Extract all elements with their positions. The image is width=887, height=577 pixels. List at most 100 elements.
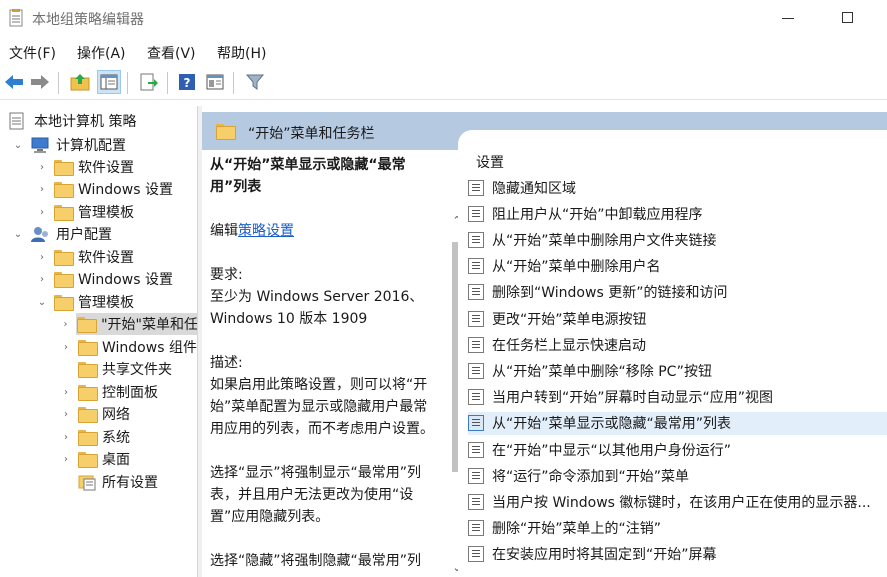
chevron-right-icon[interactable]: › — [60, 318, 71, 330]
policy-setting-icon — [468, 441, 484, 458]
policy-setting-icon — [468, 467, 484, 484]
edit-policy-link[interactable]: 策略设置 — [238, 223, 294, 239]
export-icon[interactable] — [137, 70, 161, 94]
tree-item-user-config[interactable]: ⌄ 用户配置 — [12, 223, 112, 245]
chevron-down-icon[interactable]: ⌄ — [36, 296, 48, 308]
tree-item-label: 桌面 — [102, 452, 130, 468]
policy-setting-icon — [468, 415, 484, 432]
edit-policy-line: 编辑策略设置 — [210, 220, 440, 242]
setting-row[interactable]: 阻止用户从“开始”中卸载应用程序 — [468, 202, 887, 225]
toolbar: ? — [0, 66, 887, 100]
chevron-right-icon[interactable]: › — [60, 341, 72, 353]
forward-arrow-icon[interactable] — [28, 70, 52, 94]
menu-action[interactable]: 操作(A) — [77, 43, 126, 63]
settings-column-header[interactable]: 设置 — [476, 152, 504, 172]
tree-item-user-software[interactable]: › 软件设置 — [36, 246, 134, 268]
setting-row[interactable]: 删除“开始”菜单上的“注销” — [468, 517, 887, 540]
tree-item-computer-config[interactable]: ⌄ 计算机配置 — [12, 134, 126, 156]
tree-item-label: 共享文件夹 — [102, 362, 172, 378]
setting-row[interactable]: 从“开始”菜单中删除“移除 PC”按钮 — [468, 359, 887, 382]
chevron-right-icon[interactable]: › — [60, 386, 72, 398]
setting-row[interactable]: 在安装应用时将其固定到“开始”屏幕 — [468, 543, 887, 566]
setting-label: 从“开始”菜单中删除用户文件夹链接 — [492, 232, 717, 249]
details-pane: “开始”菜单和任务栏 从“开始”菜单显示或隐藏“最常用”列表 编辑策略设置 要求… — [202, 106, 887, 577]
description-title: 从“开始”菜单显示或隐藏“最常用”列表 — [210, 157, 406, 195]
folder-icon — [78, 385, 98, 401]
tree-item-label: Windows 组件 — [102, 340, 197, 356]
setting-row[interactable]: 更改“开始”菜单电源按钮 — [468, 307, 887, 330]
tree-item-network[interactable]: › 网络 — [60, 403, 130, 425]
setting-row[interactable]: 从“开始”菜单显示或隐藏“最常用”列表 — [468, 411, 887, 435]
tree-item-computer-windows[interactable]: › Windows 设置 — [36, 178, 173, 200]
setting-row[interactable]: 在“开始”中显示“以其他用户身份运行” — [468, 438, 887, 461]
extended-description: 从“开始”菜单显示或隐藏“最常用”列表 编辑策略设置 要求: 至少为 Windo… — [202, 150, 448, 577]
chevron-right-icon[interactable]: › — [60, 431, 72, 443]
chevron-right-icon[interactable]: › — [60, 453, 72, 465]
chevron-right-icon[interactable]: › — [60, 408, 72, 420]
setting-row[interactable]: 在任务栏上显示快速启动 — [468, 333, 887, 356]
policy-setting-icon — [468, 310, 484, 327]
setting-row[interactable]: 将“运行”命令添加到“开始”菜单 — [468, 464, 887, 487]
title-bar: 本地组策略编辑器 — [0, 0, 887, 38]
tree-item-label: 控制面板 — [102, 385, 158, 401]
back-arrow-icon[interactable] — [2, 70, 26, 94]
maximize-button[interactable] — [842, 12, 853, 23]
setting-row[interactable]: 当用户按 Windows 徽标键时，在该用户正在使用的显示器... — [468, 490, 887, 513]
chevron-right-icon[interactable]: › — [36, 206, 48, 218]
tree-item-computer-admin[interactable]: › 管理模板 — [36, 201, 134, 223]
setting-row[interactable]: 从“开始”菜单中删除用户文件夹链接 — [468, 228, 887, 251]
tree-item-desktop[interactable]: › 桌面 — [60, 448, 130, 470]
chevron-right-icon[interactable]: › — [36, 251, 48, 263]
computer-icon — [31, 137, 49, 153]
properties-icon[interactable] — [203, 70, 227, 94]
tree-item-label: Windows 设置 — [78, 272, 173, 288]
tree-item-user-admin[interactable]: ⌄ 管理模板 — [36, 291, 134, 313]
menu-help[interactable]: 帮助(H) — [217, 43, 266, 63]
folder-icon — [54, 182, 74, 198]
tree-item-all-settings[interactable]: 所有设置 — [60, 471, 158, 493]
setting-label: 从“开始”菜单显示或隐藏“最常用”列表 — [492, 416, 732, 433]
folder-icon — [54, 250, 74, 266]
setting-label: 从“开始”菜单中删除“移除 PC”按钮 — [492, 363, 712, 380]
filter-icon[interactable] — [243, 70, 267, 94]
description-para2: 选择“显示”将强制显示“最常用”列表，并且用户无法更改为使用“设置”应用隐藏列表… — [210, 465, 422, 525]
description-para3: 选择“隐藏”将强制隐藏“最常用”列 — [210, 553, 422, 569]
user-icon — [31, 227, 48, 242]
show-hide-tree-icon[interactable] — [97, 70, 121, 94]
up-folder-icon[interactable] — [68, 70, 92, 94]
policy-setting-icon — [468, 205, 484, 222]
menu-bar: 文件(F) 操作(A) 查看(V) 帮助(H) — [0, 40, 887, 64]
setting-row[interactable]: 隐藏通知区域 — [468, 176, 887, 199]
chevron-right-icon[interactable]: › — [36, 183, 48, 195]
folder-icon — [54, 160, 74, 176]
folder-icon — [54, 272, 74, 288]
folder-icon — [78, 362, 98, 378]
chevron-down-icon[interactable]: ⌄ — [12, 228, 24, 240]
tree-item-windows-components[interactable]: › Windows 组件 — [60, 336, 197, 358]
menu-view[interactable]: 查看(V) — [147, 43, 196, 63]
minimize-button[interactable] — [782, 18, 794, 19]
setting-row[interactable]: 从“开始”菜单中删除用户名 — [468, 255, 887, 278]
chevron-down-icon[interactable]: ⌄ — [12, 139, 24, 151]
setting-label: 当用户转到“开始”屏幕时自动显示“应用”视图 — [492, 390, 774, 407]
chevron-right-icon[interactable]: › — [36, 273, 48, 285]
tree-item-control-panel[interactable]: › 控制面板 — [60, 381, 158, 403]
tree-item-computer-software[interactable]: › 软件设置 — [36, 156, 134, 178]
setting-row[interactable]: 当用户转到“开始”屏幕时自动显示“应用”视图 — [468, 386, 887, 409]
tree-item-shared-folders[interactable]: 共享文件夹 — [60, 358, 172, 380]
folder-open-icon — [54, 295, 74, 311]
requirements-label: 要求: — [210, 267, 243, 283]
menu-file[interactable]: 文件(F) — [9, 43, 56, 63]
folder-icon — [78, 430, 98, 446]
help-icon[interactable]: ? — [175, 70, 199, 94]
tree-root[interactable]: 本地计算机 策略 — [8, 110, 136, 132]
tree-item-system[interactable]: › 系统 — [60, 426, 130, 448]
tree-item-user-windows[interactable]: › Windows 设置 — [36, 268, 173, 290]
chevron-right-icon[interactable]: › — [36, 161, 48, 173]
svg-text:?: ? — [184, 76, 191, 90]
setting-label: 在安装应用时将其固定到“开始”屏幕 — [492, 547, 717, 564]
setting-row[interactable]: 删除到“Windows 更新”的链接和访问 — [468, 281, 887, 304]
tree-item-start-menu[interactable]: › "开始"菜单和任 — [64, 313, 197, 335]
tree-item-label: 所有设置 — [102, 475, 158, 491]
setting-label: 从“开始”菜单中删除用户名 — [492, 259, 661, 276]
